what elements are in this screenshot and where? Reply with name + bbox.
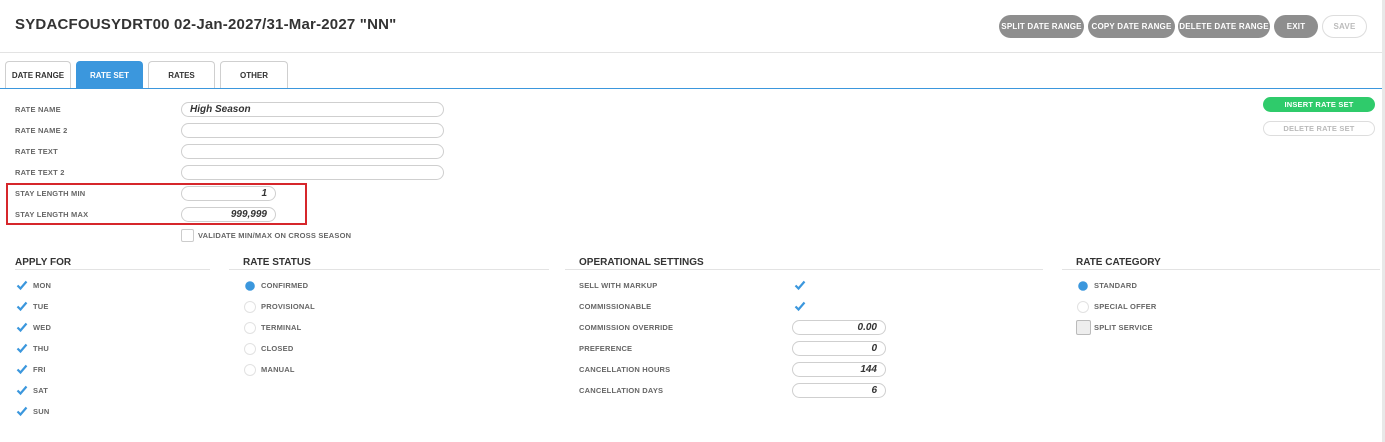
day-tue-label: TUE [33, 302, 49, 311]
split-service-checkbox[interactable] [1076, 320, 1091, 335]
apply-for-divider [15, 269, 210, 270]
status-closed-label: CLOSED [261, 344, 294, 353]
cancellation-hours-label: CANCELLATION HOURS [579, 365, 671, 374]
day-wed-label: WED [33, 323, 52, 332]
rate-text-input[interactable] [181, 144, 444, 159]
check-icon[interactable] [16, 321, 28, 333]
tab-rate-set[interactable]: RATE SET [76, 61, 143, 89]
apply-for-heading: APPLY FOR [15, 257, 72, 268]
day-fri-label: FRI [33, 365, 46, 374]
check-icon[interactable] [16, 279, 28, 291]
tab-rates[interactable]: RATES [148, 61, 215, 89]
rate-text-2-label: RATE TEXT 2 [15, 168, 65, 177]
category-special-offer-label: SPECIAL OFFER [1094, 302, 1157, 311]
tab-other[interactable]: OTHER [220, 61, 288, 89]
radio-special-offer[interactable] [1077, 301, 1089, 313]
rate-text-label: RATE TEXT [15, 147, 58, 156]
exit-button[interactable]: EXIT [1274, 15, 1318, 38]
validate-cross-season-label: VALIDATE MIN/MAX ON CROSS SEASON [198, 231, 352, 240]
status-provisional-label: PROVISIONAL [261, 302, 315, 311]
day-sat-label: SAT [33, 386, 49, 395]
check-icon[interactable] [16, 384, 28, 396]
rate-text-2-input[interactable] [181, 165, 444, 180]
check-icon[interactable] [16, 363, 28, 375]
cancellation-days-input[interactable]: 6 [792, 383, 886, 398]
window-title: SYDACFOUSYDRT00 02-Jan-2027/31-Mar-2027 … [15, 16, 397, 33]
check-icon[interactable] [16, 342, 28, 354]
rate-status-heading: RATE STATUS [243, 257, 311, 268]
category-standard-label: STANDARD [1094, 281, 1138, 290]
rate-name-2-input[interactable] [181, 123, 444, 138]
rate-name-2-label: RATE NAME 2 [15, 126, 68, 135]
radio-manual[interactable] [244, 364, 256, 376]
commissionable-label: COMMISSIONABLE [579, 302, 652, 311]
rate-name-input[interactable]: High Season [181, 102, 444, 117]
commission-override-label: COMMISSION OVERRIDE [579, 323, 674, 332]
check-icon[interactable] [794, 279, 806, 291]
delete-rate-set-button[interactable]: DELETE RATE SET [1263, 121, 1375, 136]
radio-standard[interactable] [1078, 281, 1088, 291]
sell-with-markup-label: SELL WITH MARKUP [579, 281, 658, 290]
save-button[interactable]: SAVE [1322, 15, 1367, 38]
rate-status-divider [229, 269, 549, 270]
check-icon[interactable] [794, 300, 806, 312]
check-icon[interactable] [16, 300, 28, 312]
radio-confirmed[interactable] [245, 281, 255, 291]
preference-input[interactable]: 0 [792, 341, 886, 356]
status-confirmed-label: CONFIRMED [261, 281, 309, 290]
day-thu-label: THU [33, 344, 50, 353]
copy-date-range-button[interactable]: COPY DATE RANGE [1088, 15, 1175, 38]
cancellation-days-label: CANCELLATION DAYS [579, 386, 664, 395]
rate-category-divider [1062, 269, 1380, 270]
operational-settings-divider [565, 269, 1043, 270]
radio-closed[interactable] [244, 343, 256, 355]
check-icon[interactable] [16, 405, 28, 417]
day-sun-label: SUN [33, 407, 50, 416]
header-divider [0, 52, 1382, 53]
radio-terminal[interactable] [244, 322, 256, 334]
rate-category-heading: RATE CATEGORY [1076, 257, 1161, 268]
rate-name-label: RATE NAME [15, 105, 61, 114]
status-terminal-label: TERMINAL [261, 323, 302, 332]
tab-date-range[interactable]: DATE RANGE [5, 61, 71, 89]
validate-cross-season-checkbox[interactable] [181, 229, 194, 242]
status-manual-label: MANUAL [261, 365, 295, 374]
commission-override-input[interactable]: 0.00 [792, 320, 886, 335]
split-date-range-button[interactable]: SPLIT DATE RANGE [999, 15, 1084, 38]
insert-rate-set-button[interactable]: INSERT RATE SET [1263, 97, 1375, 112]
split-service-label: SPLIT SERVICE [1094, 323, 1153, 332]
day-mon-label: MON [33, 281, 52, 290]
stay-length-highlight-box [6, 183, 307, 225]
delete-date-range-button[interactable]: DELETE DATE RANGE [1178, 15, 1270, 38]
cancellation-hours-input[interactable]: 144 [792, 362, 886, 377]
preference-label: PREFERENCE [579, 344, 633, 353]
rate-set-window: SYDACFOUSYDRT00 02-Jan-2027/31-Mar-2027 … [0, 0, 1385, 442]
tab-underline [0, 88, 1382, 89]
radio-provisional[interactable] [244, 301, 256, 313]
operational-settings-heading: OPERATIONAL SETTINGS [579, 257, 704, 268]
